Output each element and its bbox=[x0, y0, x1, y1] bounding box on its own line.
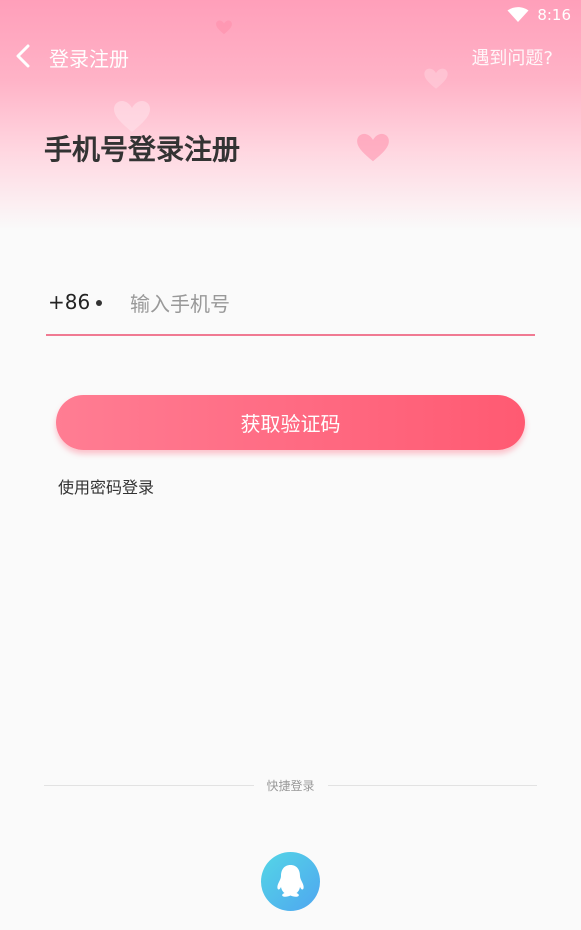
nav-title: 登录注册 bbox=[49, 47, 129, 71]
nav-bar: 登录注册 遇到问题? bbox=[0, 34, 581, 78]
quick-login-label: 快捷登录 bbox=[266, 779, 315, 793]
qq-penguin-icon bbox=[277, 865, 304, 897]
page-title: 手机号登录注册 bbox=[44, 133, 241, 166]
status-time: 8:16 bbox=[537, 6, 571, 24]
heart-decoration-icon bbox=[357, 133, 389, 162]
password-login-link[interactable]: 使用密码登录 bbox=[58, 474, 154, 498]
status-bar: 8:16 bbox=[0, 0, 581, 30]
chevron-left-icon[interactable] bbox=[14, 44, 32, 68]
help-link[interactable]: 遇到问题? bbox=[471, 44, 553, 70]
country-code-selector[interactable]: +86 bbox=[48, 290, 90, 314]
phone-input-row: +86 bbox=[46, 278, 535, 336]
phone-input[interactable] bbox=[128, 286, 522, 322]
wifi-icon bbox=[507, 7, 529, 22]
country-code-dot bbox=[96, 300, 102, 306]
qq-login-button[interactable] bbox=[261, 852, 320, 911]
get-code-button[interactable]: 获取验证码 bbox=[56, 395, 525, 450]
